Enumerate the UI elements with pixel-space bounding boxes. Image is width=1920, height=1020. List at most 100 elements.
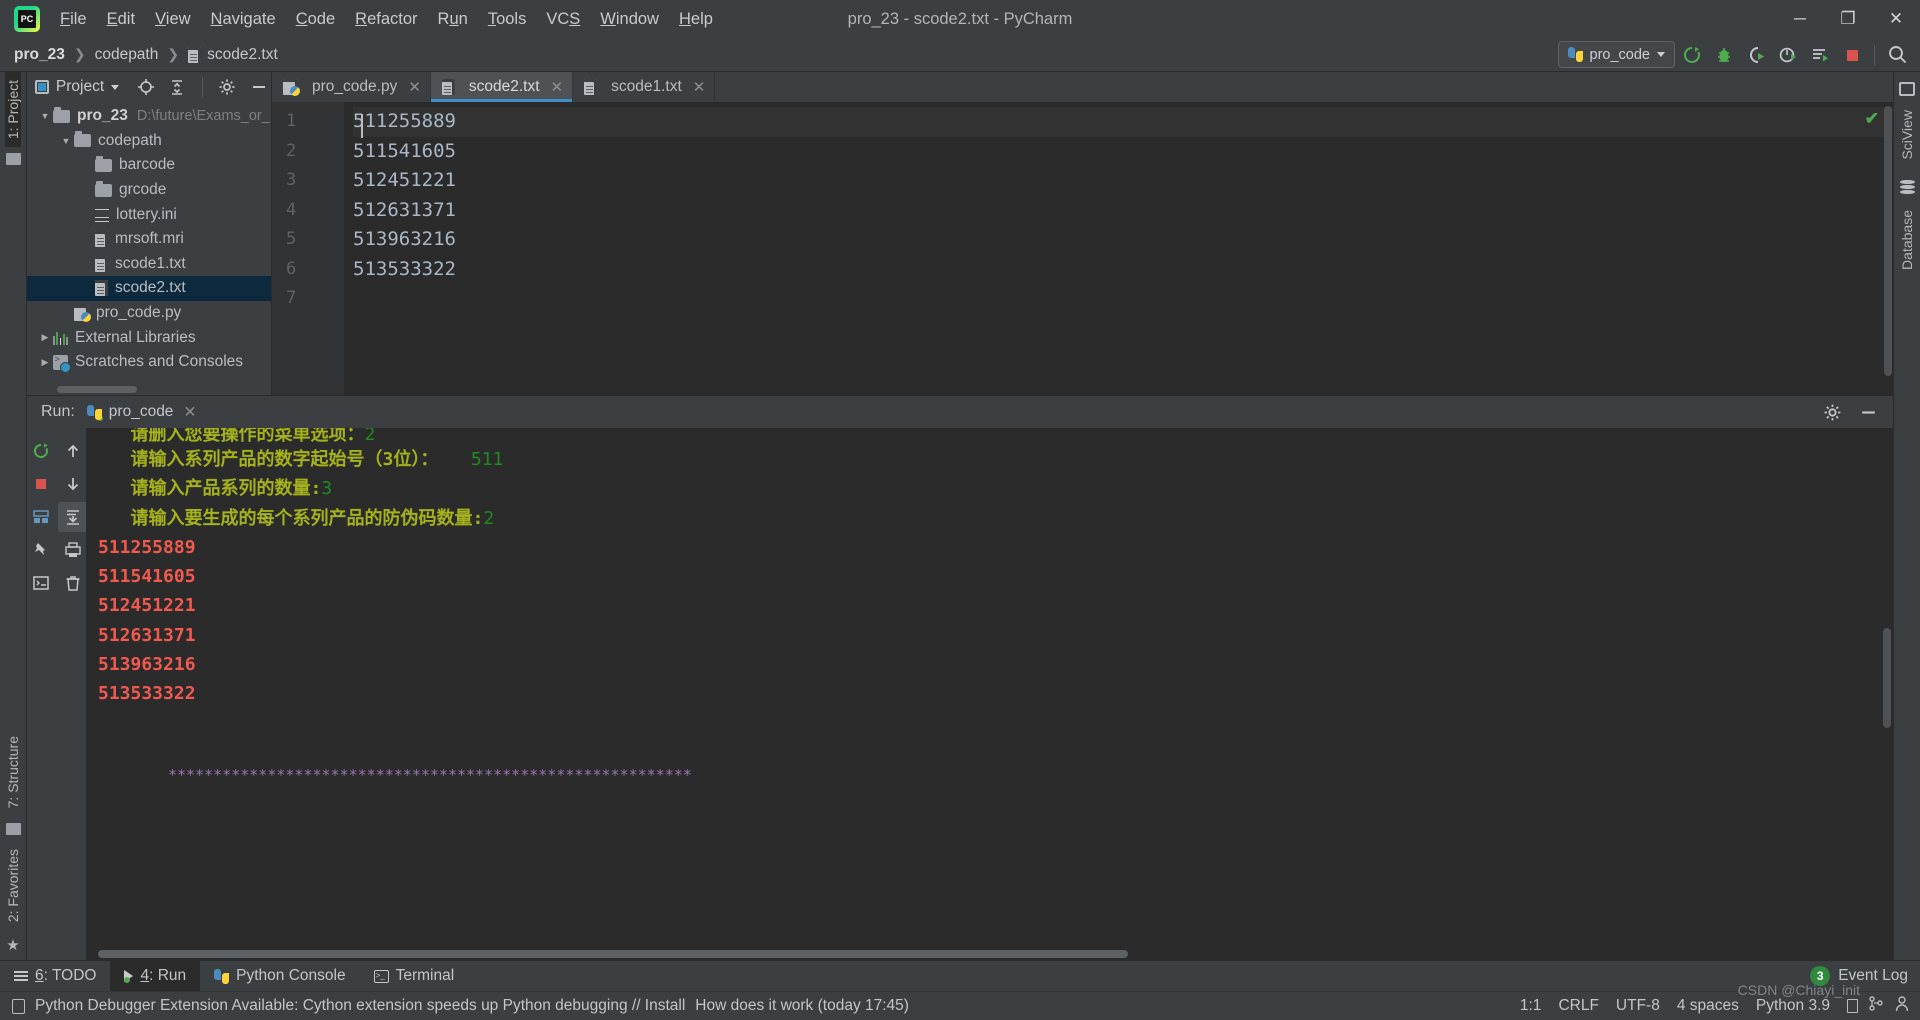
menu-navigate[interactable]: Navigate	[201, 6, 286, 33]
gear-icon[interactable]	[1817, 397, 1847, 427]
pin-icon[interactable]	[26, 535, 56, 565]
rerun-button[interactable]	[26, 436, 56, 466]
tree-node-mrsoft-mri[interactable]: mrsoft.mri	[27, 227, 271, 252]
close-icon[interactable]: ✕	[693, 78, 706, 96]
structure-icon[interactable]	[5, 822, 21, 835]
tree-node-scode2-txt[interactable]: scode2.txt	[27, 276, 271, 301]
collapse-all-button[interactable]	[165, 72, 190, 102]
console-vertical-scrollbar[interactable]	[1883, 628, 1891, 728]
menu-view[interactable]: View	[145, 6, 200, 33]
chevron-down-icon[interactable]	[37, 111, 53, 121]
arrow-up-icon[interactable]	[58, 436, 88, 466]
tree-node-pro-23[interactable]: pro_23 D:\future\Exams_or_	[27, 104, 271, 129]
menu-refactor[interactable]: Refactor	[345, 6, 427, 33]
checkmark-icon[interactable]: ✔	[1865, 109, 1879, 129]
breadcrumb-item-file[interactable]: scode2.txt	[188, 46, 278, 64]
stop-square-icon[interactable]	[26, 469, 56, 499]
console-icon[interactable]	[26, 568, 56, 598]
menu-code[interactable]: Code	[286, 6, 345, 33]
tool-window-python-console[interactable]: Python Console	[200, 961, 359, 992]
tree-node-barcode[interactable]: barcode	[27, 153, 271, 178]
maximize-button[interactable]: ❐	[1824, 0, 1872, 38]
console-horizontal-scrollbar[interactable]	[98, 950, 1128, 958]
stripe-button-sciview[interactable]: SciView	[1899, 102, 1915, 168]
hide-panel-button[interactable]	[1853, 397, 1883, 427]
arrow-down-icon[interactable]	[58, 469, 88, 499]
stripe-button-database[interactable]: Database	[1899, 202, 1915, 278]
close-icon[interactable]: ✕	[183, 403, 196, 422]
chevron-down-icon[interactable]	[111, 84, 120, 90]
run-dashboard-button[interactable]	[1805, 40, 1835, 70]
tree-node-pro-code-py[interactable]: pro_code.py	[27, 301, 271, 326]
stripe-button-project[interactable]: 1: Project	[5, 72, 21, 148]
gear-icon[interactable]	[214, 72, 239, 102]
print-icon[interactable]	[58, 535, 88, 565]
chevron-right-icon[interactable]	[37, 357, 53, 368]
minimize-button[interactable]: ─	[1776, 0, 1824, 38]
trash-icon[interactable]	[58, 568, 88, 598]
soft-wrap-icon[interactable]	[26, 502, 56, 532]
stop-button[interactable]	[1837, 40, 1867, 70]
close-button[interactable]: ✕	[1872, 0, 1920, 38]
python-interpreter[interactable]: Python 3.9	[1756, 997, 1830, 1015]
code-area[interactable]: 511255889 511541605 512451221 512631371 5139…	[344, 102, 1893, 395]
menu-tools[interactable]: Tools	[478, 6, 537, 33]
run-configuration-selector[interactable]: pro_code	[1557, 41, 1675, 68]
search-everywhere-button[interactable]	[1882, 40, 1912, 70]
chevron-down-icon[interactable]	[58, 136, 74, 146]
menu-window[interactable]: Window	[590, 6, 669, 33]
locate-file-button[interactable]	[133, 72, 158, 102]
menu-edit[interactable]: Edit	[97, 6, 145, 33]
menu-run[interactable]: Run	[428, 6, 478, 33]
run-button[interactable]	[1677, 40, 1707, 70]
menu-file[interactable]: File	[50, 6, 97, 33]
sciview-icon[interactable]	[1899, 82, 1915, 96]
caret-position[interactable]: 1:1	[1520, 997, 1542, 1015]
close-icon[interactable]: ✕	[408, 78, 421, 96]
tree-node-scode1-txt[interactable]: scode1.txt	[27, 252, 271, 277]
message-icon[interactable]	[12, 998, 25, 1014]
folder-icon[interactable]	[5, 153, 21, 166]
stripe-button-favorites[interactable]: 2: Favorites	[5, 841, 21, 930]
editor-tab-scode1-txt[interactable]: scode1.txt ✕	[573, 72, 716, 102]
event-log-area[interactable]: 3 Event Log	[1810, 966, 1908, 986]
run-tab[interactable]: pro_code ✕	[86, 403, 196, 422]
run-with-coverage-button[interactable]	[1741, 40, 1771, 70]
breadcrumb-item-folder[interactable]: codepath	[95, 46, 159, 64]
hide-panel-button[interactable]	[246, 72, 271, 102]
tree-node-codepath[interactable]: codepath	[27, 129, 271, 154]
tool-window-terminal[interactable]: Terminal	[360, 961, 469, 992]
status-message-link[interactable]: How does it work (today 17:45)	[695, 997, 909, 1015]
line-number: 5	[286, 229, 297, 249]
star-icon[interactable]: ★	[6, 936, 19, 954]
indent-setting[interactable]: 4 spaces	[1677, 997, 1739, 1015]
chevron-right-icon[interactable]	[37, 332, 53, 343]
editor-vertical-scrollbar[interactable]	[1884, 106, 1892, 376]
stripe-button-structure[interactable]: 7: Structure	[5, 728, 21, 816]
editor-tab-pro-code-py[interactable]: pro_code.py ✕	[272, 72, 431, 102]
lock-icon[interactable]	[1847, 999, 1858, 1013]
file-encoding[interactable]: UTF-8	[1616, 997, 1660, 1015]
git-branch-icon[interactable]	[1868, 995, 1884, 1017]
line-separator[interactable]: CRLF	[1558, 997, 1598, 1015]
profile-button[interactable]	[1773, 40, 1803, 70]
event-log-label[interactable]: Event Log	[1838, 967, 1908, 985]
database-icon[interactable]	[1899, 179, 1915, 196]
debug-button[interactable]	[1709, 40, 1739, 70]
tree-node-external-libraries[interactable]: External Libraries	[27, 325, 271, 350]
close-icon[interactable]: ✕	[551, 78, 564, 96]
editor-tab-scode2-txt[interactable]: scode2.txt ✕	[430, 72, 574, 102]
inspector-icon[interactable]	[1894, 995, 1910, 1017]
tool-window-run[interactable]: 4: Run	[110, 960, 201, 992]
tree-node-grcode[interactable]: grcode	[27, 178, 271, 203]
menu-help[interactable]: Help	[669, 6, 723, 33]
project-horizontal-scrollbar[interactable]	[57, 386, 137, 393]
tree-node-lottery-ini[interactable]: lottery.ini	[27, 202, 271, 227]
tool-window-todo[interactable]: 6: TODO	[0, 961, 110, 992]
menu-vcs[interactable]: VCS	[536, 6, 590, 33]
project-panel-title[interactable]: Project	[56, 78, 104, 96]
tree-node-scratches-and-consoles[interactable]: Scratches and Consoles	[27, 350, 271, 375]
console-output[interactable]: 请删入您要操作的菜单选项：2 请输入系列产品的数字起始号（3位）： 511 请输…	[86, 428, 1893, 960]
scroll-to-end-icon[interactable]	[57, 502, 88, 532]
breadcrumb-item-project[interactable]: pro_23	[14, 46, 65, 64]
